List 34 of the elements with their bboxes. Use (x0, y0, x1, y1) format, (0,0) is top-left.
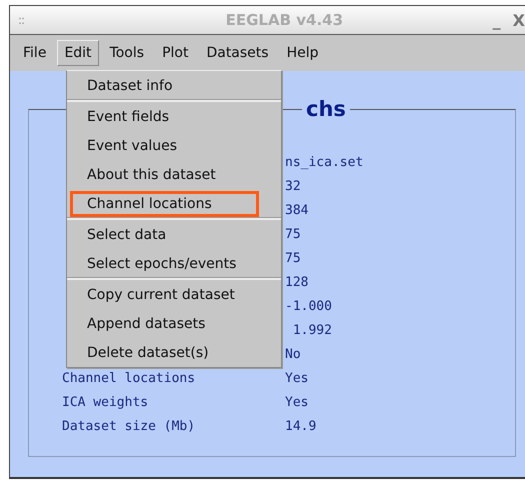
field-value: Yes (285, 394, 308, 410)
menu-entry[interactable]: Append datasets (70, 310, 259, 336)
field-label: Channel locations (62, 370, 196, 386)
menu-entry[interactable]: Event values (70, 132, 259, 158)
close-button[interactable]: X (512, 10, 525, 30)
panel-title: chs (305, 99, 347, 120)
menu-entry[interactable]: Select data (70, 222, 259, 248)
menu-item[interactable]: Edit (57, 40, 99, 66)
field-value: -1.000 (285, 298, 332, 314)
field-value: 32 (285, 178, 301, 194)
menu-entry[interactable]: Channel locations (70, 190, 259, 216)
field-value: 128 (285, 274, 308, 290)
field-label: Dataset size (Mb) (62, 418, 196, 434)
field-value: 384 (285, 202, 308, 218)
window-title: EEGLAB v4.43 (224, 11, 344, 29)
field-value: No (285, 346, 301, 362)
field-value: 75 (285, 250, 301, 266)
menu-item[interactable]: File (16, 40, 54, 66)
menu-item[interactable]: Datasets (199, 40, 276, 66)
field-value: Yes (285, 370, 308, 386)
field-label: ICA weights (62, 394, 148, 410)
menu-item[interactable]: Tools (102, 40, 152, 66)
menu-entry[interactable]: Dataset info (70, 72, 259, 98)
field-value: 14.9 (285, 418, 316, 434)
field-value: 75 (285, 226, 301, 242)
field-value: 1.992 (292, 322, 332, 338)
menu-entry[interactable]: Select epochs/events (70, 250, 259, 276)
menu-entry[interactable]: Copy current dataset (70, 282, 259, 308)
menu-entry[interactable]: Event fields (70, 104, 259, 130)
menu-entry[interactable]: About this dataset (70, 162, 259, 188)
menu-entry[interactable]: Delete dataset(s) (70, 340, 259, 366)
field-value: ns_ica.set (285, 154, 364, 170)
menu-item[interactable]: Help (280, 40, 326, 66)
menu-item[interactable]: Plot (155, 40, 196, 66)
